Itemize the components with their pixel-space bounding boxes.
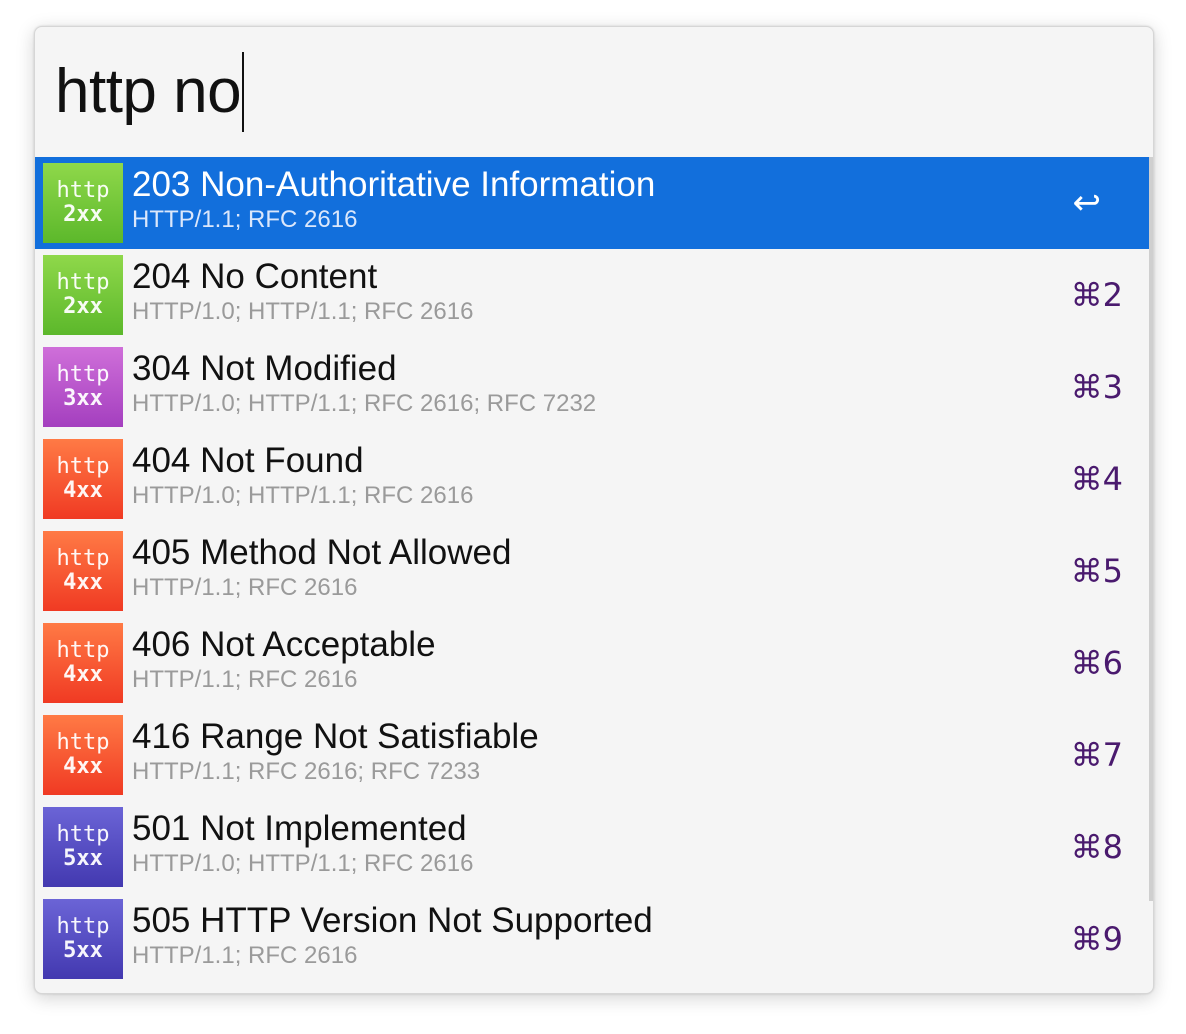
- badge-label-top: http: [56, 269, 110, 295]
- result-subtitle: HTTP/1.0; HTTP/1.1; RFC 2616: [132, 298, 474, 325]
- badge-label-bottom: 4xx: [63, 478, 103, 503]
- result-subtitle: HTTP/1.1; RFC 2616: [132, 206, 358, 233]
- badge-label-bottom: 5xx: [63, 938, 103, 963]
- result-text: 406 Not Acceptable HTTP/1.1; RFC 2616: [132, 625, 436, 695]
- badge-label-bottom: 4xx: [63, 570, 103, 595]
- result-row[interactable]: http 4xx 416 Range Not Satisfiable HTTP/…: [35, 709, 1149, 801]
- result-text: 203 Non-Authoritative Information HTTP/1…: [132, 165, 655, 235]
- shortcut-label: ⌘2: [1070, 276, 1123, 314]
- search-input[interactable]: http no: [55, 52, 245, 132]
- result-row[interactable]: http 5xx 505 HTTP Version Not Supported …: [35, 893, 1149, 985]
- result-text: 416 Range Not Satisfiable HTTP/1.1; RFC …: [132, 717, 539, 787]
- result-title: 203 Non-Authoritative Information: [132, 165, 656, 204]
- badge-label-bottom: 2xx: [63, 202, 103, 227]
- shortcut-label: ⌘7: [1070, 736, 1123, 774]
- http-3xx-icon: http 3xx: [43, 347, 123, 427]
- shortcut-label: ⌘5: [1070, 552, 1123, 590]
- result-subtitle: HTTP/1.1; RFC 2616: [132, 574, 358, 601]
- result-row[interactable]: http 4xx 405 Method Not Allowed HTTP/1.1…: [35, 525, 1149, 617]
- result-subtitle: HTTP/1.0; HTTP/1.1; RFC 2616: [132, 482, 474, 509]
- result-title: 505 HTTP Version Not Supported: [132, 901, 653, 940]
- badge-label-bottom: 3xx: [63, 386, 103, 411]
- result-title: 405 Method Not Allowed: [132, 533, 512, 572]
- http-5xx-icon: http 5xx: [43, 899, 123, 979]
- result-text: 501 Not Implemented HTTP/1.0; HTTP/1.1; …: [132, 809, 473, 879]
- http-2xx-icon: http 2xx: [43, 255, 123, 335]
- http-5xx-icon: http 5xx: [43, 807, 123, 887]
- result-subtitle: HTTP/1.1; RFC 2616: [132, 666, 358, 693]
- badge-label-top: http: [56, 545, 110, 571]
- text-caret: [242, 52, 245, 132]
- result-row[interactable]: http 5xx 501 Not Implemented HTTP/1.0; H…: [35, 801, 1149, 893]
- result-row[interactable]: http 2xx 203 Non-Authoritative Informati…: [35, 157, 1149, 249]
- badge-label-top: http: [56, 637, 110, 663]
- result-title: 406 Not Acceptable: [132, 625, 436, 664]
- http-4xx-icon: http 4xx: [43, 531, 123, 611]
- result-title: 304 Not Modified: [132, 349, 397, 388]
- result-title: 404 Not Found: [132, 441, 364, 480]
- search-query: http no: [55, 57, 242, 126]
- shortcut-label: ⌘9: [1070, 920, 1123, 958]
- result-title: 204 No Content: [132, 257, 378, 296]
- result-text: 404 Not Found HTTP/1.0; HTTP/1.1; RFC 26…: [132, 441, 473, 511]
- badge-label-bottom: 2xx: [63, 294, 103, 319]
- badge-label-top: http: [56, 361, 110, 387]
- result-title: 416 Range Not Satisfiable: [132, 717, 539, 756]
- result-text: 505 HTTP Version Not Supported HTTP/1.1;…: [132, 901, 653, 971]
- return-key-icon: ↩: [1072, 183, 1102, 223]
- result-text: 405 Method Not Allowed HTTP/1.1; RFC 261…: [132, 533, 511, 603]
- badge-label-top: http: [56, 177, 110, 203]
- result-title: 501 Not Implemented: [132, 809, 467, 848]
- badge-label-bottom: 4xx: [63, 662, 103, 687]
- shortcut-label: ⌘6: [1070, 644, 1123, 682]
- http-4xx-icon: http 4xx: [43, 715, 123, 795]
- result-subtitle: HTTP/1.0; HTTP/1.1; RFC 2616: [132, 850, 474, 877]
- result-row[interactable]: http 3xx 304 Not Modified HTTP/1.0; HTTP…: [35, 341, 1149, 433]
- badge-label-bottom: 4xx: [63, 754, 103, 779]
- badge-label-bottom: 5xx: [63, 846, 103, 871]
- result-row[interactable]: http 4xx 404 Not Found HTTP/1.0; HTTP/1.…: [35, 433, 1149, 525]
- result-subtitle: HTTP/1.1; RFC 2616: [132, 942, 358, 969]
- shortcut-label: ⌘8: [1070, 828, 1123, 866]
- result-row[interactable]: http 2xx 204 No Content HTTP/1.0; HTTP/1…: [35, 249, 1149, 341]
- launcher-window: http no http 2xx 203 Non-Authoritative I…: [34, 26, 1154, 994]
- result-subtitle: HTTP/1.0; HTTP/1.1; RFC 2616; RFC 7232: [132, 390, 597, 417]
- shortcut-label: ⌘4: [1070, 460, 1123, 498]
- shortcut-label: ⌘3: [1070, 368, 1123, 406]
- badge-label-top: http: [56, 821, 110, 847]
- scrollbar[interactable]: [1149, 157, 1153, 901]
- result-text: 204 No Content HTTP/1.0; HTTP/1.1; RFC 2…: [132, 257, 473, 327]
- badge-label-top: http: [56, 729, 110, 755]
- http-4xx-icon: http 4xx: [43, 439, 123, 519]
- badge-label-top: http: [56, 453, 110, 479]
- http-2xx-icon: http 2xx: [43, 163, 123, 243]
- badge-label-top: http: [56, 913, 110, 939]
- result-text: 304 Not Modified HTTP/1.0; HTTP/1.1; RFC…: [132, 349, 596, 419]
- search-bar[interactable]: http no: [35, 27, 1153, 157]
- result-row[interactable]: http 4xx 406 Not Acceptable HTTP/1.1; RF…: [35, 617, 1149, 709]
- results-list: http 2xx 203 Non-Authoritative Informati…: [35, 157, 1149, 985]
- result-subtitle: HTTP/1.1; RFC 2616; RFC 7233: [132, 758, 481, 785]
- http-4xx-icon: http 4xx: [43, 623, 123, 703]
